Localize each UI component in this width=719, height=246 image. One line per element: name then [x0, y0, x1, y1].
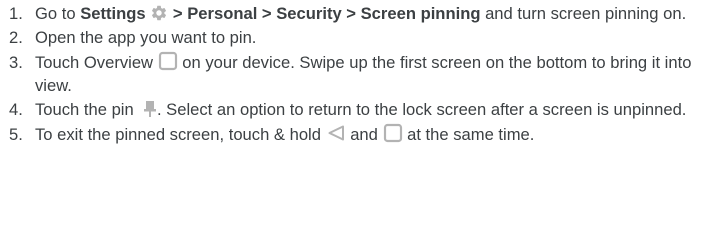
step-4: 4. Touch the pin . Select an option to r…: [9, 98, 714, 121]
overview-square-icon: [383, 123, 403, 143]
step-number: 3.: [9, 52, 23, 72]
step-number: 4.: [9, 100, 23, 120]
step-number: 1.: [9, 4, 23, 23]
step-number: 2.: [9, 28, 23, 48]
step-text: Touch the pin . Select an option to retu…: [35, 100, 687, 120]
step-5: 5. To exit the pinned screen, touch & ho…: [9, 123, 714, 146]
instruction-list: 1. Go to Settings > Personal > Security …: [9, 2, 714, 147]
overview-square-icon: [158, 51, 178, 71]
step-text: Open the app you want to pin.: [35, 28, 257, 48]
gear-icon: [150, 4, 168, 22]
back-triangle-icon: [326, 123, 346, 143]
step-3: 3. Touch Overview on your device. Swipe …: [9, 51, 714, 97]
pin-icon: [143, 100, 157, 118]
step-text: To exit the pinned screen, touch & hold …: [35, 123, 535, 144]
step-1: 1. Go to Settings > Personal > Security …: [9, 2, 714, 25]
step-text: Go to Settings > Personal > Security > S…: [35, 4, 687, 23]
step-text: Touch Overview on your device. Swipe up …: [35, 51, 692, 95]
step-2: 2. Open the app you want to pin.: [9, 26, 714, 49]
settings-path: > Personal > Security > Screen pinning: [168, 4, 481, 23]
settings-label: Settings: [80, 4, 146, 23]
step-number: 5.: [9, 124, 23, 144]
